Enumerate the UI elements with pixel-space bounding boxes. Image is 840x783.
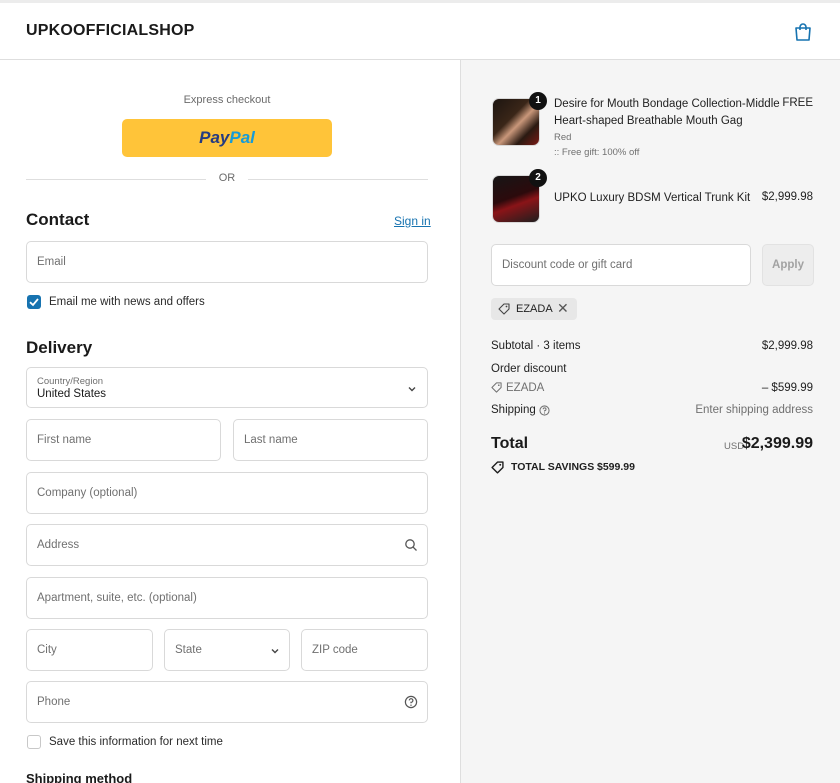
country-select[interactable]: Country/Region United States	[26, 367, 428, 408]
chevron-down-icon	[271, 649, 279, 654]
country-value: United States	[37, 388, 107, 400]
order-discount-label: Order discount	[491, 363, 567, 375]
city-field[interactable]: City	[26, 629, 153, 671]
apartment-field[interactable]: Apartment, suite, etc. (optional)	[26, 577, 428, 619]
shipping-value: Enter shipping address	[695, 404, 813, 416]
quantity-badge: 1	[529, 92, 547, 110]
discount-code-label: EZADA	[516, 303, 553, 315]
newsletter-label: Email me with news and offers	[49, 296, 205, 308]
first-name-placeholder: First name	[37, 434, 92, 446]
email-placeholder: Email	[37, 256, 66, 268]
quantity-badge: 2	[529, 169, 547, 187]
item-discount-note: :: Free gift: 100% off	[554, 147, 640, 158]
first-name-field[interactable]: First name	[26, 419, 221, 461]
save-info-label: Save this information for next time	[49, 736, 223, 748]
checkmark-icon	[29, 298, 39, 307]
apply-button[interactable]: Apply	[762, 244, 814, 286]
address-placeholder: Address	[37, 539, 80, 551]
address-field[interactable]: Address	[26, 524, 428, 566]
sign-in-link[interactable]: Sign in	[394, 214, 431, 228]
order-summary: 1 Desire for Mouth Bondage Collection-Mi…	[460, 60, 840, 783]
item-price: FREE	[782, 97, 813, 109]
tag-icon	[491, 382, 502, 393]
item-name-line: Heart-shaped Breathable Mouth Gag	[554, 115, 743, 127]
chevron-down-icon	[408, 387, 416, 392]
total-value: $2,399.99	[741, 435, 813, 452]
city-placeholder: City	[37, 644, 57, 656]
remove-discount-button[interactable]: ✕	[557, 300, 569, 317]
item-name-line: UPKO Luxury BDSM Vertical Trunk Kit	[554, 192, 751, 204]
paypal-logo-part1: Pay	[199, 128, 230, 147]
newsletter-checkbox[interactable]	[27, 295, 41, 309]
phone-field[interactable]: Phone	[26, 681, 428, 723]
or-label: OR	[218, 172, 236, 184]
save-info-checkbox[interactable]	[27, 735, 41, 749]
discount-code-text: EZADA	[506, 382, 545, 394]
apartment-placeholder: Apartment, suite, etc. (optional)	[37, 592, 197, 604]
delivery-heading: Delivery	[26, 338, 93, 357]
phone-placeholder: Phone	[37, 696, 71, 708]
total-label: Total	[491, 435, 529, 452]
discount-value: – $599.99	[761, 382, 813, 394]
express-checkout-label: Express checkout	[183, 94, 271, 106]
contact-heading: Contact	[26, 210, 90, 229]
subtotal-label: Subtotal · 3 items	[491, 340, 581, 352]
zip-placeholder: ZIP code	[312, 644, 358, 656]
last-name-placeholder: Last name	[244, 434, 298, 446]
email-field[interactable]: Email	[26, 241, 428, 283]
discount-placeholder: Discount code or gift card	[502, 259, 633, 271]
state-select[interactable]: State	[164, 629, 290, 671]
header: UPKOOFFICIALSHOP	[0, 3, 840, 60]
shopping-bag-icon[interactable]	[792, 21, 814, 43]
paypal-logo-part2: Pal	[229, 128, 255, 147]
subtotal-value: $2,999.98	[761, 340, 813, 352]
tag-icon	[498, 303, 510, 315]
applied-discount-chip: EZADA ✕	[491, 298, 577, 320]
company-field[interactable]: Company (optional)	[26, 472, 428, 514]
shop-name[interactable]: UPKOOFFICIALSHOP	[26, 22, 195, 40]
checkout-form: Express checkout Pay Pal OR Contact Sign …	[0, 60, 460, 783]
zip-field[interactable]: ZIP code	[301, 629, 428, 671]
savings-value: $599.99	[597, 461, 635, 473]
help-icon[interactable]	[539, 405, 550, 416]
item-price: $2,999.98	[761, 191, 813, 203]
shipping-label: Shipping	[491, 404, 536, 416]
or-divider: OR	[26, 172, 428, 186]
search-icon	[405, 539, 417, 551]
discount-code-field[interactable]: Discount code or gift card	[491, 244, 751, 286]
state-placeholder: State	[175, 644, 202, 656]
item-name-line: Desire for Mouth Bondage Collection-Midd…	[554, 98, 780, 110]
help-icon[interactable]	[404, 695, 418, 709]
paypal-button[interactable]: Pay Pal	[122, 119, 332, 157]
tag-icon	[491, 461, 504, 474]
company-placeholder: Company (optional)	[37, 487, 138, 499]
savings-label: TOTAL SAVINGS	[511, 461, 595, 473]
country-label: Country/Region	[37, 376, 104, 387]
last-name-field[interactable]: Last name	[233, 419, 428, 461]
item-variant: Red	[554, 132, 572, 143]
shipping-method-heading: Shipping method	[26, 771, 133, 783]
